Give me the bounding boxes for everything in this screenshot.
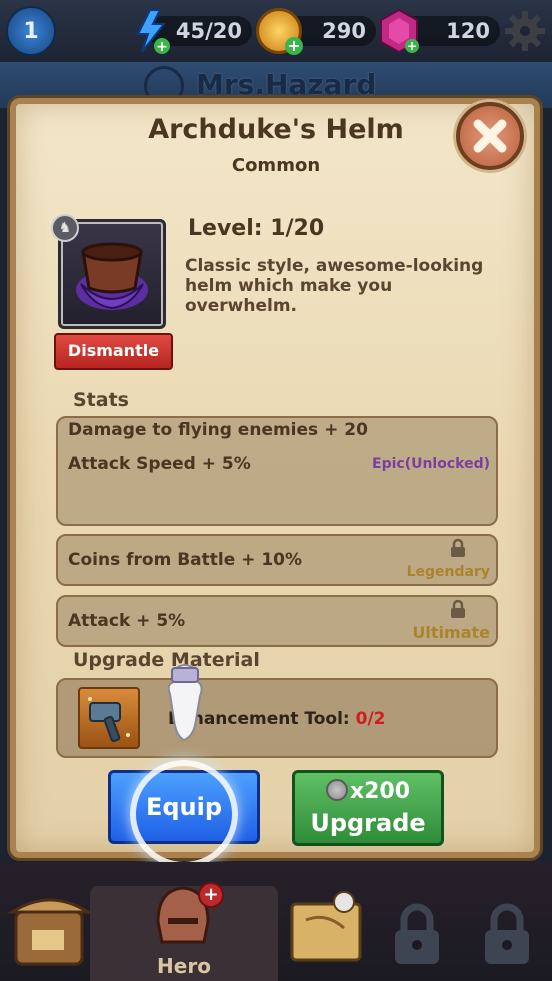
lock-icon: [451, 538, 465, 557]
hammer-icon: [88, 697, 130, 743]
epic-tag: Epic(Unlocked): [372, 456, 490, 472]
coin-icon[interactable]: +: [256, 8, 303, 55]
energy-value: 45/20: [175, 19, 242, 43]
tutorial-highlight-ring: [130, 760, 238, 868]
player-level-badge[interactable]: 1: [6, 6, 56, 56]
nav-map-icon[interactable]: [282, 872, 374, 981]
stat-line: Attack + 5%: [68, 611, 186, 631]
add-coin-icon: +: [285, 37, 303, 55]
close-button[interactable]: [456, 102, 524, 170]
nav-hero-label: Hero: [157, 954, 211, 978]
legendary-stat-box: Coins from Battle + 10% Legendary: [56, 534, 498, 586]
legendary-tag: Legendary: [406, 564, 490, 580]
stat-line: Damage to flying enemies + 20: [68, 420, 368, 440]
nav-hero-tab[interactable]: Hero: [90, 886, 278, 981]
item-level: Level: 1/20: [188, 216, 325, 241]
nav-locked-icon[interactable]: [390, 902, 444, 966]
ultimate-stat-box: Attack + 5% Ultimate: [56, 595, 498, 647]
gem-value: 120: [446, 19, 490, 43]
stat-line: Coins from Battle + 10%: [68, 550, 303, 570]
stats-label: Stats: [73, 389, 129, 411]
nav-shop-icon[interactable]: [6, 872, 98, 981]
player-level: 1: [23, 19, 39, 44]
svg-text:+: +: [156, 39, 168, 54]
svg-text:+: +: [407, 39, 417, 53]
upgrade-cost-value: x200: [349, 779, 411, 804]
upgrade-button[interactable]: x200 Upgrade: [292, 770, 444, 846]
enhancement-tool-item[interactable]: [78, 687, 140, 749]
hero-name: Mrs.Hazard: [196, 68, 377, 101]
base-stats-box: Damage to flying enemies + 20 Attack Spe…: [56, 416, 498, 526]
upgrade-label: Upgrade: [310, 809, 426, 837]
ultimate-tag: Ultimate: [412, 623, 490, 642]
upgrade-cost: x200: [295, 779, 441, 804]
tutorial-hand-icon: [167, 664, 203, 742]
lock-icon: [451, 599, 465, 618]
stat-line: Attack Speed + 5%: [68, 454, 251, 474]
hero-type-icon: ♞: [51, 214, 79, 242]
gem-icon[interactable]: +: [378, 8, 420, 54]
dismantle-button[interactable]: Dismantle: [54, 333, 173, 370]
nav-locked-icon[interactable]: [480, 902, 534, 966]
coin-icon: [325, 779, 348, 801]
energy-bolt-icon[interactable]: +: [132, 8, 170, 54]
material-count: 0/2: [355, 709, 386, 729]
coin-value: 290: [322, 19, 366, 43]
close-icon: [473, 119, 507, 153]
hero-notification-badge: +: [198, 882, 224, 908]
gear-icon[interactable]: [504, 10, 546, 52]
helm-icon: [76, 242, 148, 310]
item-description: Classic style, awesome-looking helm whic…: [185, 256, 484, 316]
